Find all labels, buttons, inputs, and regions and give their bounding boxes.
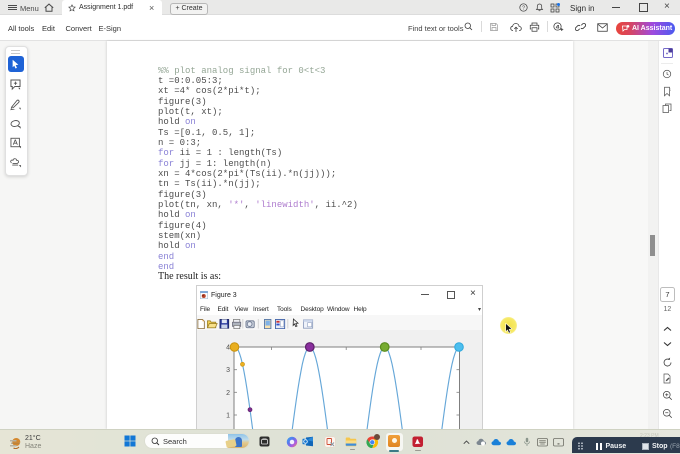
svg-text:2: 2	[226, 390, 230, 397]
svg-text:4: 4	[226, 345, 230, 352]
svg-text:?: ?	[522, 5, 525, 11]
svg-text:3: 3	[226, 367, 230, 374]
svg-text:1: 1	[226, 413, 230, 420]
